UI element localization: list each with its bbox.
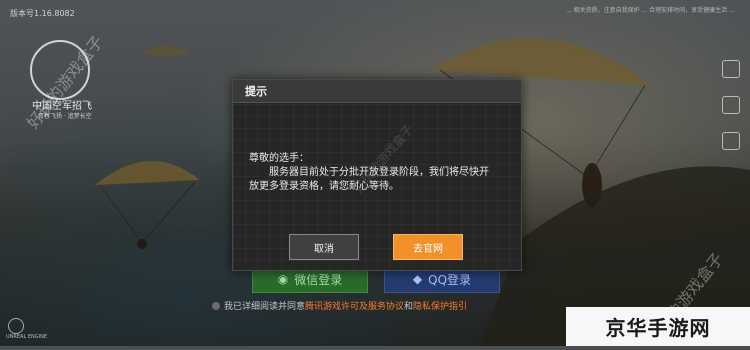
dialog-title: 提示 [245,85,267,98]
dialog-greeting: 尊敬的选手： [249,153,309,164]
engine-label: UNREAL ENGINE [6,334,47,340]
privacy-guide-link[interactable]: 隐私保护指引 [413,302,467,312]
qq-icon: ◆ [412,272,423,286]
dialog-header: 提示 [233,80,521,103]
service-icon[interactable] [722,132,740,150]
official-site-button[interactable]: 去官网 [393,234,463,260]
health-notice: ... 相关资质，注意自我保护 ... 合理安排时间，享受健康生活 ... [566,7,735,14]
qq-login-label: QQ登录 [428,272,472,287]
announcement-icon[interactable] [722,60,740,78]
agreement-checkbox[interactable] [212,302,220,310]
dialog-message: 尊敬的选手： 服务器目前处于分批开放登录阶段，我们将尽快开 放更多登录资格，请您… [249,152,511,194]
license-agreement-link[interactable]: 腾讯游戏许可及服务协议 [305,302,404,312]
unreal-engine-icon [8,318,24,334]
dialog-message-line2: 放更多登录资格，请您耐心等待。 [249,181,399,192]
agreement-line: 我已详细阅读并同意腾讯游戏许可及服务协议和隐私保护指引 [212,299,467,312]
site-watermark-badge: 京华手游网 [566,307,750,346]
agreement-and: 和 [404,302,414,312]
version-label: 版本号1.16.8082 [10,9,75,18]
account-icon[interactable] [722,96,740,114]
agreement-prefix: 我已详细阅读并同意 [224,302,306,312]
side-icon-column [722,60,742,168]
wechat-icon: ◉ [277,272,289,286]
cancel-button[interactable]: 取消 [289,234,359,260]
wechat-login-label: 微信登录 [294,272,343,287]
notice-dialog: 提示 好玩的游戏盒子 尊敬的选手： 服务器目前处于分批开放登录阶段，我们将尽快开… [232,79,522,271]
dialog-message-line1: 服务器目前处于分批开放登录阶段，我们将尽快开 [269,167,489,178]
